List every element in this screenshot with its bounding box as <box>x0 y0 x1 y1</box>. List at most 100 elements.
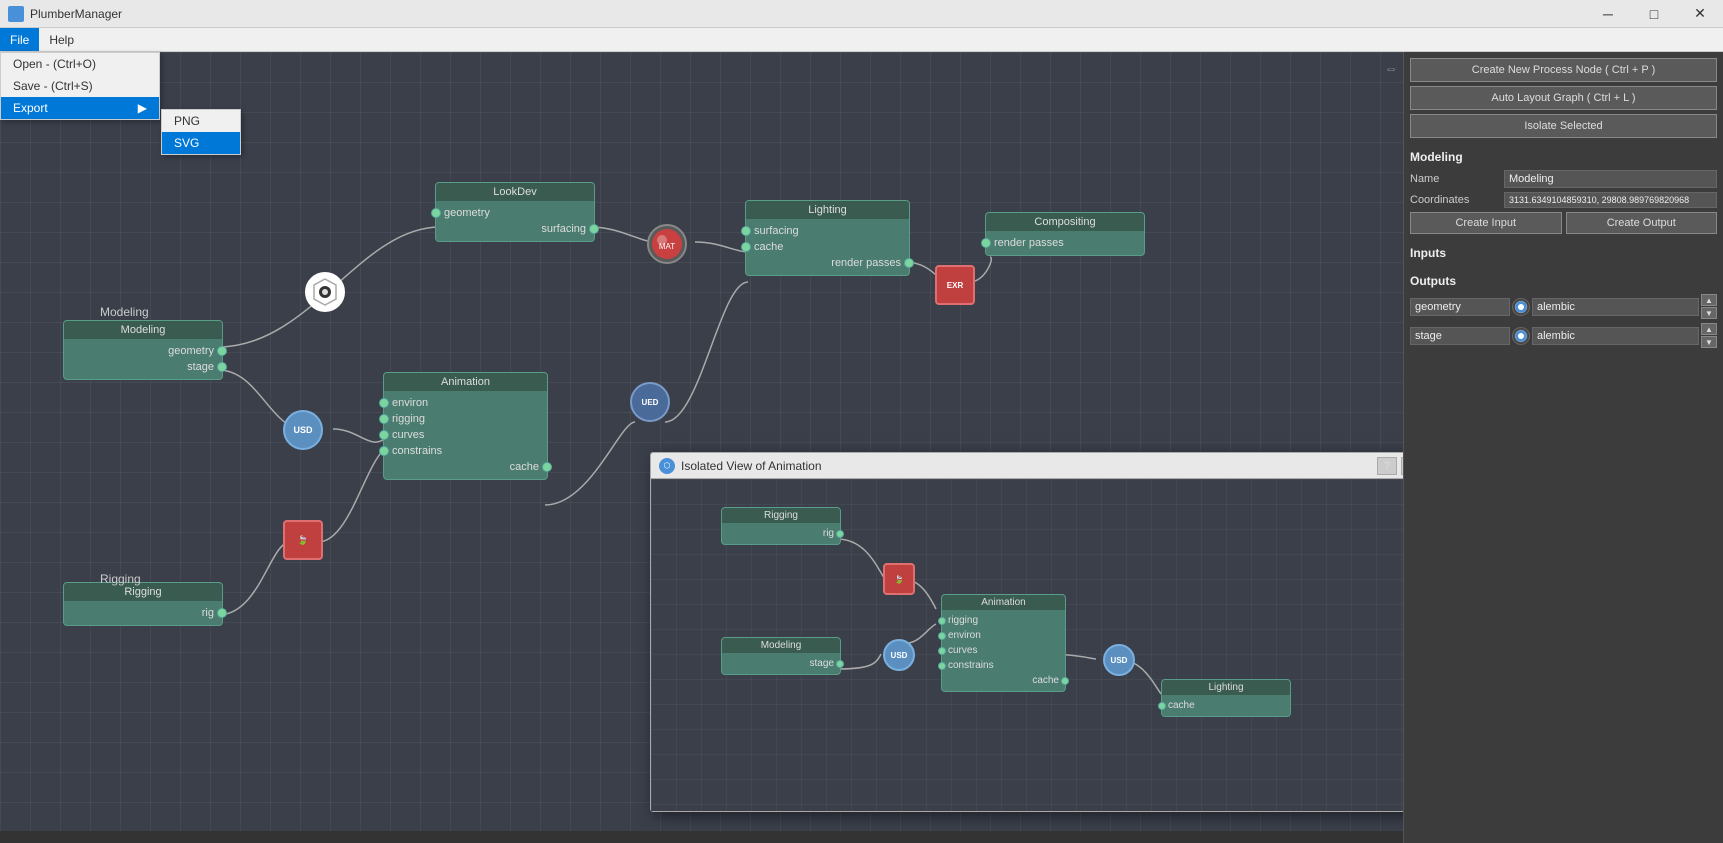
auto-layout-button[interactable]: Auto Layout Graph ( Ctrl + L ) <box>1410 86 1717 110</box>
compositing-node-title: Compositing <box>986 213 1144 231</box>
output-stage-type[interactable]: alembic <box>1532 327 1699 345</box>
iso-lighting-node[interactable]: Lighting cache <box>1161 679 1291 717</box>
rigging-label: Rigging <box>100 572 141 586</box>
lookdev-node-title: LookDev <box>436 183 594 201</box>
lookdev-port-surfacing: surfacing <box>436 221 594 237</box>
png-export-item[interactable]: PNG <box>162 110 240 132</box>
output-geometry-up[interactable]: ▲ <box>1701 294 1717 306</box>
isolate-button[interactable]: Isolate Selected <box>1410 114 1717 138</box>
iso-light-cache: cache <box>1162 698 1290 713</box>
output-stage-arrows: ▲ ▼ <box>1701 323 1717 348</box>
iso-usd-icon[interactable]: USD <box>883 639 915 671</box>
titlebar-left: PlumberManager <box>0 6 122 22</box>
inputs-section: Inputs <box>1410 246 1717 266</box>
material-ball-icon[interactable]: MAT <box>647 224 687 264</box>
lookdev-node[interactable]: LookDev geometry surfacing <box>435 182 595 242</box>
file-menu[interactable]: File <box>0 28 39 51</box>
help-menu[interactable]: Help <box>39 28 84 51</box>
port-dot-geometry <box>217 346 227 356</box>
modeling-node[interactable]: Modeling geometry stage <box>63 320 223 380</box>
iso-dot-constrains <box>938 662 946 670</box>
iso-dot-curves <box>938 647 946 655</box>
compositing-node[interactable]: Compositing render passes <box>985 212 1145 256</box>
iso-modeling-body: stage <box>722 653 840 674</box>
output-geometry-name[interactable]: geometry <box>1410 298 1510 316</box>
iso-anim-rigging: rigging <box>942 613 1065 628</box>
port-dot-stage <box>217 362 227 372</box>
iso-rigging-node[interactable]: Rigging rig <box>721 507 841 545</box>
port-dot-surfacing <box>589 224 599 234</box>
iso-dot-rig <box>836 530 844 538</box>
titlebar: PlumberManager ─ □ ✕ <box>0 0 1723 28</box>
output-stage-up[interactable]: ▲ <box>1701 323 1717 335</box>
rumba-main-icon[interactable]: 🍃 <box>283 520 323 560</box>
iso-anim-curves: curves <box>942 643 1065 658</box>
iso-rumba-icon[interactable]: 🍃 <box>883 563 915 595</box>
modeling-label: Modeling <box>100 305 149 319</box>
iso-usd2-icon[interactable]: USD <box>1103 644 1135 676</box>
isolated-title: Isolated View of Animation <box>681 459 822 473</box>
exr-icon[interactable]: EXR <box>935 265 975 305</box>
iso-rigging-title: Rigging <box>722 508 840 523</box>
lighting-node[interactable]: Lighting surfacing cache render passes <box>745 200 910 276</box>
iso-lighting-body: cache <box>1162 695 1290 716</box>
create-buttons-row: Create Input Create Output <box>1410 212 1717 234</box>
output-stage-name[interactable]: stage <box>1410 327 1510 345</box>
open-menu-item[interactable]: Open - (Ctrl+O) <box>1 53 159 75</box>
anim-port-rigging: rigging <box>384 411 547 427</box>
close-button[interactable]: ✕ <box>1677 0 1723 28</box>
iso-modeling-node[interactable]: Modeling stage <box>721 637 841 675</box>
coords-row: Coordinates 3131.6349104859310, 29808.98… <box>1410 192 1717 208</box>
output-geometry-down[interactable]: ▼ <box>1701 307 1717 319</box>
name-row: Name Modeling <box>1410 170 1717 188</box>
output-geometry-type[interactable]: alembic <box>1532 298 1699 316</box>
inputs-title: Inputs <box>1410 246 1717 260</box>
create-input-button[interactable]: Create Input <box>1410 212 1562 234</box>
isolated-icon: ⬡ <box>659 458 675 474</box>
ued-icon[interactable]: UED <box>630 382 670 422</box>
modeling-node-title: Modeling <box>64 321 222 339</box>
export-submenu: PNG SVG <box>161 109 241 155</box>
port-dot-environ <box>379 398 389 408</box>
isolated-close-button[interactable]: ✕ <box>1401 457 1403 475</box>
svg-export-item[interactable]: SVG <box>162 132 240 154</box>
panel-resize-icon[interactable]: ⇔ <box>1384 60 1398 76</box>
lookdev-port-geometry: geometry <box>436 205 594 221</box>
coords-value[interactable]: 3131.6349104859310, 29808.989769820968 <box>1504 192 1717 208</box>
iso-animation-title: Animation <box>942 595 1065 610</box>
rigging-node-title: Rigging <box>64 583 222 601</box>
anim-port-constrains: constrains <box>384 443 547 459</box>
titlebar-controls: ─ □ ✕ <box>1585 0 1723 28</box>
name-value[interactable]: Modeling <box>1504 170 1717 188</box>
port-dot-curves <box>379 430 389 440</box>
comp-port-renderpasses: render passes <box>986 235 1144 251</box>
port-dot-cache-out <box>542 462 552 472</box>
isolated-header: ⬡ Isolated View of Animation ? ✕ <box>651 453 1403 479</box>
isolated-body[interactable]: Rigging rig Modeling stage <box>651 479 1403 811</box>
lookdev-node-body: geometry surfacing <box>436 201 594 241</box>
iso-anim-environ: environ <box>942 628 1065 643</box>
animation-node-title: Animation <box>384 373 547 391</box>
minimize-button[interactable]: ─ <box>1585 0 1631 28</box>
rigging-node[interactable]: Rigging rig <box>63 582 223 626</box>
modeling-hex-icon[interactable] <box>305 272 345 312</box>
usd-main-icon[interactable]: USD <box>283 410 323 450</box>
canvas-area[interactable]: Modeling geometry stage Rigging rig <box>0 52 1403 843</box>
iso-animation-node[interactable]: Animation rigging environ curves <box>941 594 1066 692</box>
export-menu-item[interactable]: Export ▶ <box>1 97 159 119</box>
lighting-port-surfacing: surfacing <box>746 223 909 239</box>
isolated-help-button[interactable]: ? <box>1377 457 1397 475</box>
modeling-info-section: Modeling Name Modeling Coordinates 3131.… <box>1410 150 1717 238</box>
scrollbar-area[interactable] <box>0 831 1403 843</box>
rigging-node-body: rig <box>64 601 222 625</box>
maximize-button[interactable]: □ <box>1631 0 1677 28</box>
animation-node[interactable]: Animation environ rigging curves constra… <box>383 372 548 480</box>
right-panel: ⇔ Create New Process Node ( Ctrl + P ) A… <box>1403 52 1723 843</box>
output-stage-down[interactable]: ▼ <box>1701 336 1717 348</box>
compositing-node-body: render passes <box>986 231 1144 255</box>
create-node-button[interactable]: Create New Process Node ( Ctrl + P ) <box>1410 58 1717 82</box>
create-output-button[interactable]: Create Output <box>1566 212 1718 234</box>
save-menu-item[interactable]: Save - (Ctrl+S) <box>1 75 159 97</box>
anim-port-cache: cache <box>384 459 547 475</box>
rigging-port-rig: rig <box>64 605 222 621</box>
